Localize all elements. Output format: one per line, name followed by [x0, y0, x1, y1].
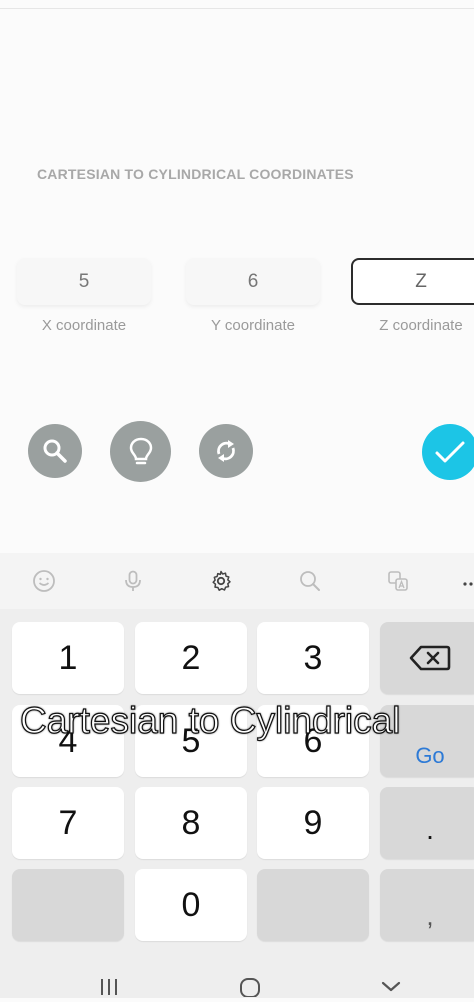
back-button[interactable]: [380, 975, 402, 1000]
lightbulb-icon: [129, 437, 152, 464]
refresh-button[interactable]: [199, 424, 253, 478]
caption-overlay: Cartesian to Cylindrical: [19, 699, 401, 741]
recents-icon: [101, 979, 117, 995]
z-coordinate-label: Z coordinate: [379, 317, 463, 334]
home-icon: [240, 978, 260, 998]
z-coordinate-input[interactable]: Z: [351, 258, 474, 305]
y-coordinate-label: Y coordinate: [211, 317, 295, 334]
microphone-icon: [125, 570, 141, 591]
key-1[interactable]: 1: [12, 622, 124, 694]
translate-button[interactable]: [382, 565, 414, 597]
blank-key-right[interactable]: [257, 869, 369, 941]
page-title: CARTESIAN TO CYLINDRICAL COORDINATES: [37, 166, 354, 182]
keyboard-settings-button[interactable]: [205, 565, 237, 597]
voice-input-button[interactable]: [117, 565, 149, 597]
dot-key[interactable]: .: [380, 787, 474, 859]
x-coordinate-label: X coordinate: [41, 317, 127, 334]
hint-button[interactable]: [110, 421, 171, 482]
more-icon: [463, 582, 473, 586]
backspace-key[interactable]: [380, 622, 474, 694]
top-divider: [0, 8, 474, 9]
key-9[interactable]: 9: [257, 787, 369, 859]
emoji-button[interactable]: [28, 565, 60, 597]
key-3[interactable]: 3: [257, 622, 369, 694]
comma-key[interactable]: ,: [380, 869, 474, 941]
keyboard-search-button[interactable]: [294, 565, 326, 597]
key-2[interactable]: 2: [135, 622, 247, 694]
translate-icon: [388, 571, 408, 591]
search-button[interactable]: [28, 424, 82, 478]
backspace-icon: [409, 645, 451, 671]
key-7[interactable]: 7: [12, 787, 124, 859]
y-coordinate-input[interactable]: 6: [186, 258, 320, 305]
chevron-down-icon: [381, 981, 401, 992]
key-8[interactable]: 8: [135, 787, 247, 859]
recent-apps-button[interactable]: [98, 975, 120, 1000]
key-0[interactable]: 0: [135, 869, 247, 941]
check-icon: [435, 441, 465, 463]
emoji-icon: [33, 570, 55, 592]
search-icon: [300, 571, 320, 591]
refresh-icon: [217, 440, 235, 462]
search-icon: [43, 439, 67, 463]
submit-button[interactable]: [422, 424, 474, 480]
x-coordinate-input[interactable]: 5: [17, 258, 151, 305]
blank-key-left[interactable]: [12, 869, 124, 941]
more-options-button[interactable]: [456, 565, 474, 597]
gear-icon: [212, 570, 231, 591]
